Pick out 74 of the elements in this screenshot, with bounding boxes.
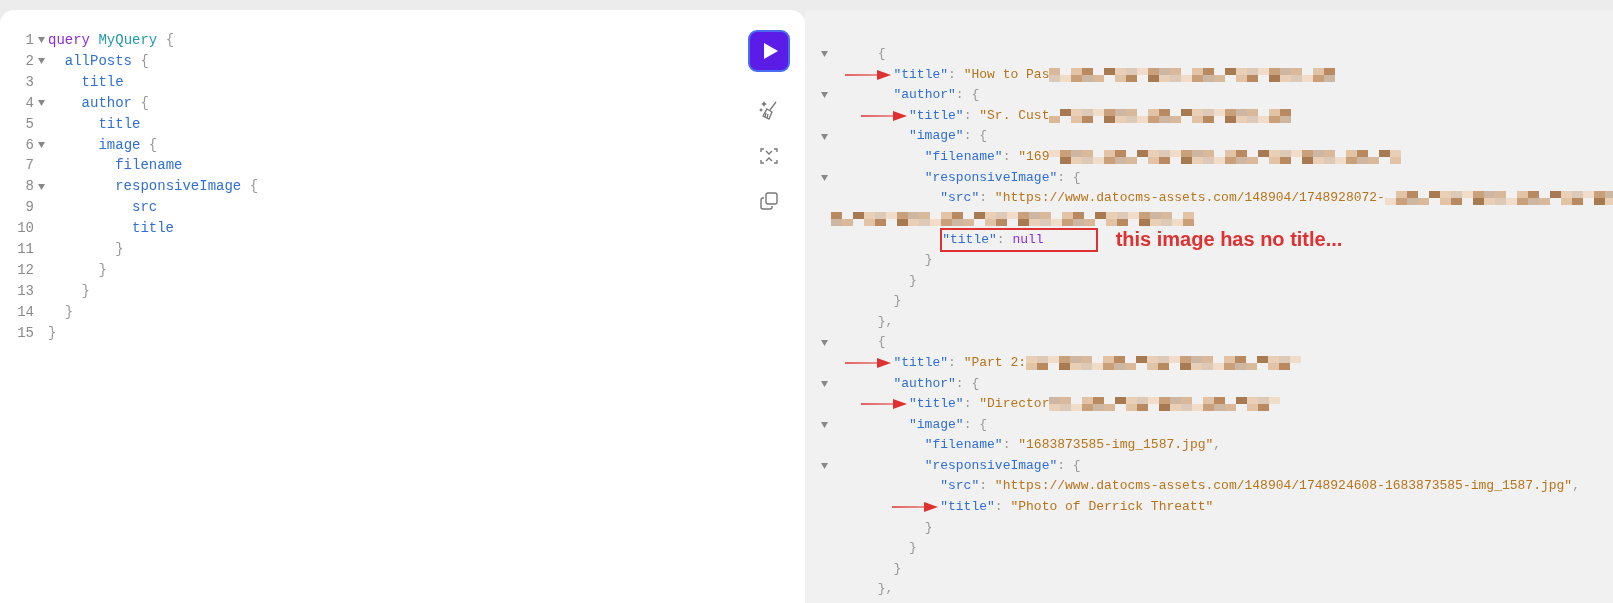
code-line: "author": { bbox=[893, 374, 980, 393]
line-number: 8 bbox=[24, 177, 34, 197]
code-line: "filename": "169 bbox=[924, 147, 1050, 166]
code-line: allPosts { bbox=[63, 51, 149, 71]
line-number: 1 bbox=[24, 31, 34, 50]
code-line: } bbox=[114, 240, 124, 260]
code-line: "src": "https://www.datocms-assets.com/148904/1748924608-1683873585-img_1587.jpg", bbox=[940, 477, 1580, 496]
code-line: } bbox=[909, 539, 917, 558]
fold-arrow-icon[interactable] bbox=[37, 58, 45, 65]
annotation-text: this image has no title... bbox=[1115, 229, 1343, 250]
code-line: } bbox=[63, 302, 74, 322]
code-line: "title": "Part 2: bbox=[893, 353, 1027, 372]
code-line: image { bbox=[97, 135, 158, 155]
code-line: "title": "How to Pas bbox=[893, 65, 1050, 84]
code-line: }, bbox=[877, 580, 894, 599]
code-line: "src": "https://www.datocms-assets.com/148904/1748928072- bbox=[940, 189, 1385, 208]
line-number: 15 bbox=[16, 323, 34, 343]
line-number: 12 bbox=[16, 260, 34, 280]
code-line: "title": "Photo of Derrick Threatt" bbox=[940, 498, 1214, 517]
code-line: { bbox=[877, 45, 886, 63]
code-line: } bbox=[924, 518, 933, 537]
code-line: "title": "Director bbox=[909, 395, 1050, 414]
fold-arrow-icon[interactable] bbox=[820, 174, 828, 181]
code-line: filename bbox=[114, 156, 183, 176]
line-number: 10 bbox=[16, 219, 34, 239]
code-line: "image": { bbox=[909, 127, 988, 146]
code-line: } bbox=[909, 271, 917, 290]
code-line: "title": null bbox=[942, 231, 1044, 247]
code-line: "responsiveImage": { bbox=[924, 456, 1081, 475]
fold-arrow-icon[interactable] bbox=[37, 183, 45, 190]
fold-arrow-icon[interactable] bbox=[820, 339, 828, 346]
code-line: }, bbox=[877, 312, 894, 331]
line-number: 3 bbox=[24, 72, 34, 92]
code-line: "responsiveImage": { bbox=[924, 168, 1081, 187]
line-number: 11 bbox=[16, 240, 34, 260]
fold-arrow-icon[interactable] bbox=[820, 51, 828, 58]
line-number: 4 bbox=[24, 93, 34, 113]
line-number: 13 bbox=[16, 281, 34, 301]
code-line: responsiveImage { bbox=[114, 177, 259, 197]
fold-arrow-icon[interactable] bbox=[820, 92, 828, 99]
code-line: author { bbox=[80, 93, 149, 113]
fold-arrow-icon[interactable] bbox=[820, 133, 828, 140]
line-number: 7 bbox=[24, 156, 34, 176]
fold-arrow-icon[interactable] bbox=[37, 100, 45, 107]
fold-arrow-icon[interactable] bbox=[820, 422, 828, 428]
code-line: "filename": "1683873585-img_1587.jpg", bbox=[924, 436, 1222, 455]
fold-arrow-icon[interactable] bbox=[820, 463, 828, 470]
code-line: { bbox=[877, 333, 886, 352]
code-line: "image": { bbox=[909, 415, 988, 434]
code-line: title bbox=[97, 114, 141, 134]
line-number: 6 bbox=[24, 135, 34, 155]
line-number: 9 bbox=[24, 198, 34, 218]
code-line: } bbox=[893, 559, 902, 578]
code-line: } bbox=[48, 323, 57, 343]
line-number: 5 bbox=[24, 114, 34, 134]
collapse-icon[interactable] bbox=[759, 146, 779, 166]
code-line: } bbox=[924, 250, 933, 269]
fold-arrow-icon[interactable] bbox=[37, 37, 45, 44]
fold-arrow-icon[interactable] bbox=[820, 380, 828, 387]
line-number: 14 bbox=[16, 302, 34, 322]
fold-arrow-icon[interactable] bbox=[37, 142, 45, 148]
code-line: src bbox=[131, 198, 158, 218]
code-line: "title": "Sr. Cust bbox=[909, 106, 1050, 125]
code-line: } bbox=[80, 281, 90, 301]
run-button[interactable] bbox=[748, 30, 790, 72]
code-line: title bbox=[80, 72, 124, 92]
play-icon bbox=[763, 43, 778, 59]
code-line: } bbox=[893, 292, 902, 311]
code-line: } bbox=[97, 260, 107, 280]
copy-icon[interactable] bbox=[759, 191, 779, 211]
code-line: "author": { bbox=[893, 86, 980, 105]
code-line: query MyQuery { bbox=[48, 31, 175, 50]
code-line: title bbox=[131, 219, 175, 239]
line-number: 2 bbox=[24, 51, 34, 71]
